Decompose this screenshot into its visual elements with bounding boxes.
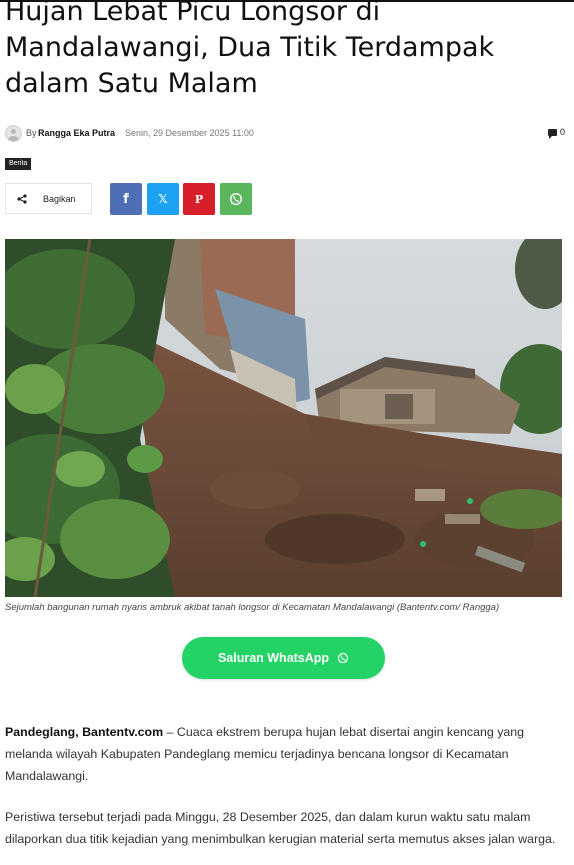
share-toggle-button[interactable]: Bagikan (5, 183, 92, 214)
article-title: Hujan Lebat Picu Longsor di Mandalawangi… (5, 0, 495, 99)
twitter-share-button[interactable]: 𝕏 (147, 183, 179, 215)
landslide-photo-illustration (5, 239, 562, 597)
article-photo (5, 239, 562, 597)
whatsapp-channel-label: Saluran WhatsApp (217, 651, 330, 665)
comments-count: 0 (559, 127, 565, 137)
author-name[interactable]: Rangga Eka Putra (38, 128, 115, 138)
facebook-icon: f (123, 191, 129, 207)
facebook-share-button[interactable]: f (110, 183, 142, 215)
whatsapp-share-button[interactable] (220, 183, 252, 215)
comments-link[interactable]: 0 (547, 127, 565, 139)
comment-icon (547, 129, 557, 139)
avatar-head-shape (11, 129, 16, 134)
pinterest-icon: P (194, 192, 204, 206)
share-icon (17, 194, 27, 204)
share-label: Bagikan (43, 194, 76, 204)
whatsapp-icon (337, 652, 349, 664)
article-paragraph-1: Pandeglang, Bantentv.com – Cuaca ekstrem… (5, 721, 565, 787)
category-badge[interactable]: Berita (5, 158, 32, 170)
article-meta: By Rangga Eka Putra Senin, 29 Desember 2… (5, 124, 565, 142)
whatsapp-icon (229, 192, 243, 206)
by-prefix: By (26, 128, 37, 138)
article-dateline: Pandeglang, Bantentv.com (5, 725, 164, 739)
avatar-body-shape (8, 136, 19, 141)
article-paragraph-2: Peristiwa tersebut terjadi pada Minggu, … (5, 810, 556, 846)
publish-date: Senin, 29 Desember 2025 11:00 (125, 128, 254, 138)
pinterest-share-button[interactable]: P (183, 183, 215, 215)
x-twitter-icon: 𝕏 (158, 192, 168, 206)
whatsapp-channel-button[interactable]: Saluran WhatsApp (182, 637, 385, 679)
author-avatar[interactable] (5, 125, 22, 142)
photo-caption: Sejumlah bangunan rumah nyaris ambruk ak… (5, 602, 500, 613)
